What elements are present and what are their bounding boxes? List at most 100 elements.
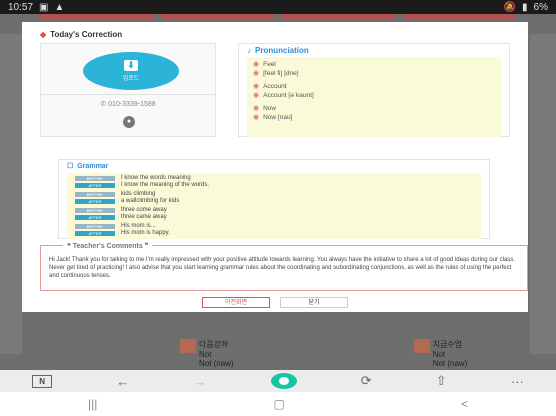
download-icon: ⬇ xyxy=(124,60,138,71)
background-tab xyxy=(161,14,274,19)
grammar-row: AFTER three came away xyxy=(75,214,473,220)
grammar-row: BEFORE His mom is... xyxy=(75,223,473,229)
grammar-card: ☐ Grammar BEFORE I know the words meaning… xyxy=(58,159,490,239)
teacher-comments-title: ❝ Teacher's Comments ❞ xyxy=(63,242,153,250)
after-badge: AFTER xyxy=(75,230,115,236)
system-back-icon[interactable]: < xyxy=(461,397,468,411)
more-icon[interactable]: ··· xyxy=(511,374,524,389)
upload-button[interactable]: ⬇ 업로드 xyxy=(83,52,179,90)
tab-count-button[interactable]: N xyxy=(32,374,53,388)
teacher-title-text: Teacher's Comments xyxy=(72,243,143,250)
pronunciation-item: ◉ Account xyxy=(253,83,495,91)
pronunciation-item: ◉ [feel fi] [dne] xyxy=(253,70,495,78)
before-badge: BEFORE xyxy=(75,207,115,213)
pronunciation-header: ♪ Pronunciation xyxy=(247,46,501,55)
grammar-row: AFTER I know the meaning of the words. xyxy=(75,182,473,188)
previous-screen-button[interactable]: 이전화면 xyxy=(202,297,270,308)
before-badge: BEFORE xyxy=(75,191,115,197)
share-icon[interactable]: ⇧ xyxy=(436,373,447,389)
after-badge: AFTER xyxy=(75,198,115,204)
pronunciation-text: Account [əˈkaʊnt] xyxy=(263,92,314,99)
grammar-text: three come away xyxy=(121,207,167,213)
play-icon[interactable]: ◉ xyxy=(253,105,259,113)
refresh-icon[interactable]: ⟳ xyxy=(361,373,372,389)
speaker-icon: ♪ xyxy=(247,46,251,55)
pronunciation-text: Now [naʊ] xyxy=(263,114,293,121)
quote-close-icon: ❞ xyxy=(142,243,149,250)
grammar-list: BEFORE I know the words meaning AFTER I kno… xyxy=(67,173,481,239)
play-icon[interactable]: ◉ xyxy=(253,114,259,122)
grammar-header: ☐ Grammar xyxy=(67,162,481,171)
battery-level: 6% xyxy=(533,1,548,13)
teacher-comments-card: ❝ Teacher's Comments ❞ Hi Jack! Thank yo… xyxy=(40,242,528,291)
notification-icon: ▣ xyxy=(39,1,49,13)
correction-modal: ◆ Today's Correction ⬇ 업로드 ✆ 010-3339-15… xyxy=(22,22,528,312)
upload-icon: ▲ xyxy=(54,1,65,13)
grammar-text: His mom is happy. xyxy=(121,230,170,236)
home-button[interactable] xyxy=(270,373,297,389)
pronunciation-text: Now xyxy=(263,105,277,112)
after-badge: AFTER xyxy=(75,182,115,188)
item-sub: Not xyxy=(432,350,446,359)
grammar-row: BEFORE kids climbing xyxy=(75,191,473,197)
phone-icon: ✆ xyxy=(100,101,109,108)
divider xyxy=(41,94,215,95)
background-tab xyxy=(282,14,395,19)
grammar-row: AFTER a wallclimbing for kids xyxy=(75,198,473,204)
pronunciation-item: ◉ Now [naʊ] xyxy=(253,114,495,122)
thumbnail xyxy=(180,339,196,353)
pronunciation-card: ♪ Pronunciation ◉ Feel ◉ [feel fi] [dne] ◉ Ac… xyxy=(238,43,510,137)
pronunciation-text: Feel xyxy=(263,61,276,68)
todays-correction-title: Today's Correction xyxy=(50,30,123,39)
system-home-icon[interactable]: ▢ xyxy=(274,397,285,411)
close-button[interactable]: 닫기 xyxy=(280,297,348,308)
pronunciation-text: [feel fi] [dne] xyxy=(263,70,299,77)
play-icon[interactable]: ◉ xyxy=(253,83,259,91)
play-icon[interactable]: ◉ xyxy=(253,70,259,78)
grammar-text: I know the words meaning xyxy=(121,175,191,181)
grammar-text: kids climbing xyxy=(121,191,156,197)
grammar-row: AFTER His mom is happy. xyxy=(75,230,473,236)
teacher-comments-text: Hi Jack! Thank you for talking to me I'm… xyxy=(49,257,515,279)
pronunciation-list: ◉ Feel ◉ [feel fi] [dne] ◉ Account ◉ Account [ə… xyxy=(247,57,501,137)
phone-number-text: 010-3339-1588 xyxy=(108,101,156,108)
grammar-text: a wallclimbing for kids xyxy=(121,198,180,204)
background-tab xyxy=(40,14,153,19)
browser-toolbar: N ← → ⟳ ⇧ ··· xyxy=(0,370,556,392)
grammar-text: I know the meaning of the words. xyxy=(121,182,210,188)
grammar-title: Grammar xyxy=(77,162,109,170)
background-list-item: 다음강좌 Not Not (naw) xyxy=(180,339,234,368)
item-sub2: Not (naw) xyxy=(199,359,234,368)
back-arrow-icon[interactable]: ← xyxy=(116,374,129,389)
recent-apps-icon[interactable]: ||| xyxy=(88,397,97,411)
grammar-text: three came away xyxy=(121,214,167,220)
top-row: ⬇ 업로드 ✆ 010-3339-1588 ● ♪ Pronunciation … xyxy=(40,43,510,137)
background-tab xyxy=(403,14,516,19)
phone-card: ⬇ 업로드 ✆ 010-3339-1588 ● xyxy=(40,43,216,137)
grammar-row: BEFORE three come away xyxy=(75,207,473,213)
grammar-icon: ☐ xyxy=(67,163,74,170)
todays-correction-header: ◆ Today's Correction xyxy=(40,30,510,39)
background-list-item: 지금수업 Not Not (naw) xyxy=(413,339,468,368)
status-right: 🔕 ▮ 6% xyxy=(504,2,548,13)
background-list: 다음강좌 Not Not (naw) 지금수업 Not Not (naw) xyxy=(180,339,467,368)
pronunciation-title: Pronunciation xyxy=(255,46,309,55)
background-left-panel xyxy=(0,34,22,354)
item-sub2: Not (naw) xyxy=(432,359,468,368)
pronunciation-item: ◉ Feel xyxy=(253,61,495,69)
info-dot-icon[interactable]: ● xyxy=(123,116,135,128)
grammar-row: BEFORE I know the words meaning xyxy=(75,175,473,181)
item-title: 지금수업 xyxy=(432,340,463,349)
status-bar: 10:57 ▣ ▲ 🔕 ▮ 6% xyxy=(0,0,556,14)
before-badge: BEFORE xyxy=(75,175,115,181)
pronunciation-text: Account xyxy=(263,83,287,90)
status-left: 10:57 ▣ ▲ xyxy=(8,2,64,13)
forward-arrow-icon[interactable]: → xyxy=(193,374,206,389)
play-icon[interactable]: ◉ xyxy=(253,61,259,69)
play-icon[interactable]: ◉ xyxy=(253,92,259,100)
phone-number: ✆ 010-3339-1588 xyxy=(41,100,215,108)
pronunciation-item: ◉ Account [əˈkaʊnt] xyxy=(253,92,495,100)
upload-label: 업로드 xyxy=(122,76,140,82)
item-title: 다음강좌 xyxy=(199,340,229,349)
